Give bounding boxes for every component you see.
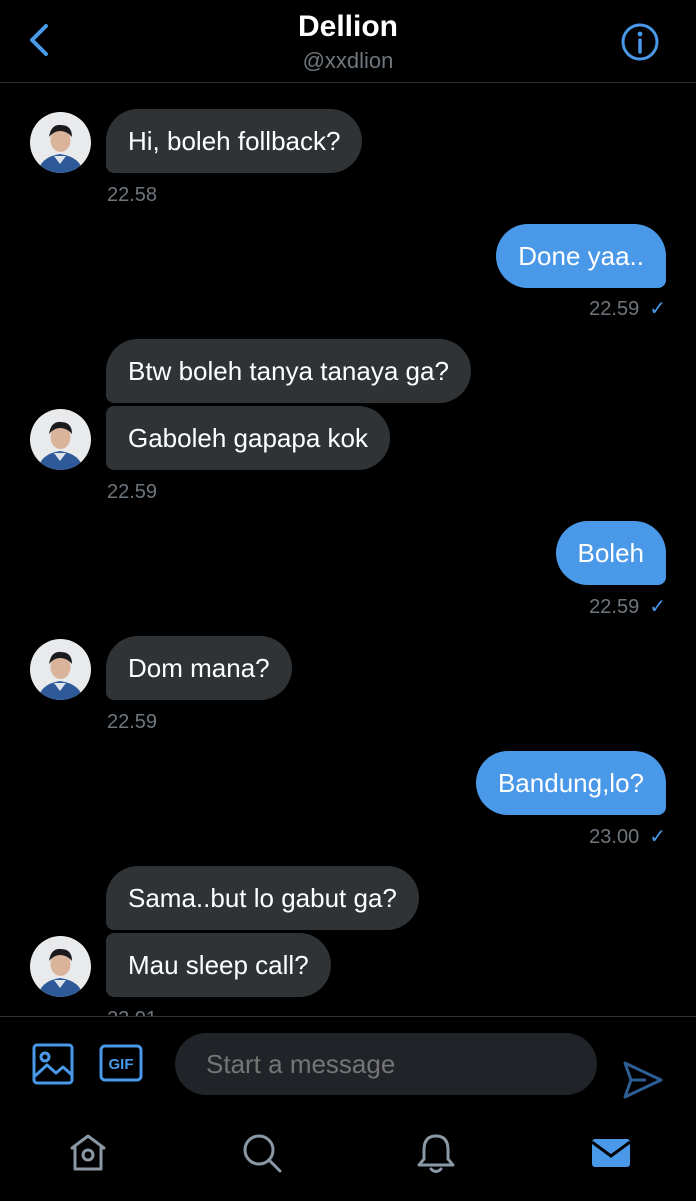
send-icon[interactable] <box>622 1059 664 1101</box>
incoming-message[interactable]: Hi, boleh follback? <box>106 109 363 173</box>
message-timestamp: 22.59 <box>107 711 158 733</box>
outgoing-message[interactable]: Done yaa.. <box>496 224 666 288</box>
conversation-header: Dellion @xxdlion <box>0 0 696 83</box>
outgoing-message[interactable]: Boleh <box>555 521 666 585</box>
read-receipt-check-icon: ✓ <box>649 826 666 848</box>
messages-icon[interactable] <box>589 1131 633 1175</box>
contact-handle: @xxdlion <box>302 48 394 73</box>
notifications-icon[interactable] <box>414 1131 458 1175</box>
message-input[interactable] <box>175 1033 597 1095</box>
avatar[interactable] <box>30 639 91 700</box>
gif-button[interactable]: GIF <box>99 1044 143 1082</box>
gif-icon: GIF <box>99 1044 143 1082</box>
avatar[interactable] <box>30 409 91 470</box>
incoming-message[interactable]: Gaboleh gapapa kok <box>106 406 390 470</box>
incoming-message[interactable]: Dom mana? <box>106 636 292 700</box>
search-icon[interactable] <box>240 1131 284 1175</box>
avatar[interactable] <box>30 936 91 997</box>
avatar[interactable] <box>30 112 91 173</box>
incoming-message[interactable]: Btw boleh tanya tanaya ga? <box>106 339 471 403</box>
message-timestamp: 22.58 <box>107 184 158 206</box>
contact-name: Dellion <box>297 10 398 43</box>
home-icon[interactable] <box>66 1131 110 1175</box>
message-timestamp: 23.00 ✓ <box>589 826 666 848</box>
gif-label: GIF <box>109 1056 134 1073</box>
read-receipt-check-icon: ✓ <box>649 298 666 320</box>
conversation-title-block[interactable]: Dellion @xxdlion <box>0 8 696 74</box>
message-timestamp: 22.59 ✓ <box>589 596 666 618</box>
read-receipt-check-icon: ✓ <box>649 596 666 618</box>
message-timestamp: 22.59 <box>107 481 158 503</box>
outgoing-message[interactable]: Bandung,lo? <box>475 751 666 815</box>
incoming-message[interactable]: Mau sleep call? <box>106 933 331 997</box>
message-timestamp: 22.59 ✓ <box>589 298 666 320</box>
incoming-message[interactable]: Sama..but lo gabut ga? <box>106 866 419 930</box>
info-icon[interactable] <box>620 22 660 62</box>
image-icon[interactable] <box>32 1043 74 1085</box>
